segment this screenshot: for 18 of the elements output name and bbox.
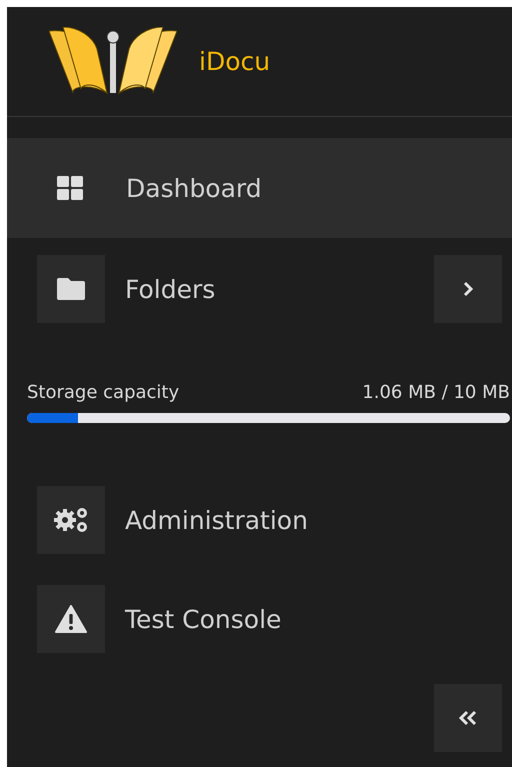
grid-icon bbox=[57, 176, 83, 200]
chevron-right-icon bbox=[463, 281, 473, 297]
app-name: iDocu bbox=[199, 47, 270, 76]
double-chevron-left-icon bbox=[458, 710, 478, 726]
nav-label: Test Console bbox=[125, 604, 282, 634]
nav-item[interactable]: Folders bbox=[7, 255, 512, 323]
nav-label: Administration bbox=[125, 506, 309, 534]
gears-icon bbox=[53, 506, 89, 534]
folder-icon bbox=[57, 278, 85, 300]
storage-label: Storage capacity bbox=[27, 382, 180, 403]
nav-label: Dashboard bbox=[126, 174, 263, 202]
nav-item[interactable]: Dashboard bbox=[7, 138, 512, 238]
warning-icon bbox=[55, 605, 87, 633]
collapse-button[interactable] bbox=[434, 684, 502, 752]
storage-reading: 1.06 MB / 10 MB bbox=[362, 382, 510, 403]
nav-label: Folders bbox=[125, 274, 216, 304]
nav-item[interactable]: Test Console bbox=[7, 585, 512, 653]
nav-item[interactable]: Administration bbox=[7, 486, 512, 554]
